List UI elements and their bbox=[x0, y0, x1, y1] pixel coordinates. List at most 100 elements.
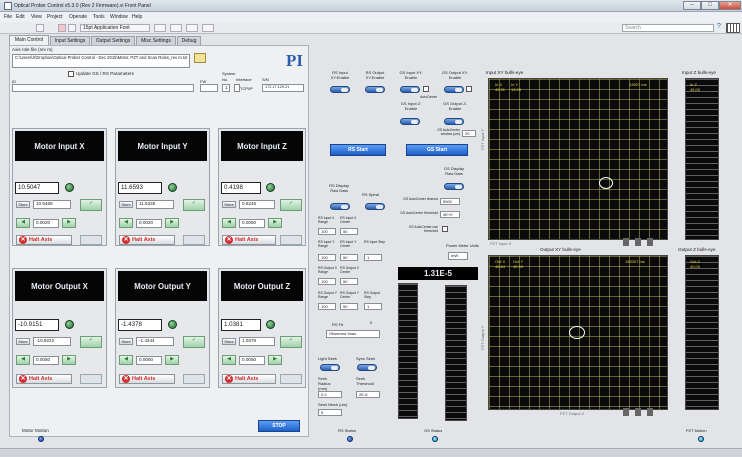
motor-input-x-store-button[interactable]: Store bbox=[16, 201, 30, 208]
maximize-button[interactable]: □ bbox=[701, 1, 719, 10]
motor-output-z-go-button[interactable]: ✓ bbox=[280, 336, 302, 348]
motor-output-x-step[interactable]: 0.0050 bbox=[33, 356, 59, 365]
motor-input-x-halt-button[interactable]: ✕ Halt Axis bbox=[16, 235, 72, 245]
gs-threshold-field[interactable]: 4E+0 bbox=[440, 211, 460, 218]
motor-input-z-target[interactable]: 0.5245 bbox=[239, 200, 275, 209]
rs-param-value[interactable]: 50 bbox=[340, 228, 358, 235]
seek-mesh-field[interactable]: 5 bbox=[318, 409, 342, 416]
motor-output-y-left-button[interactable]: ◀ bbox=[119, 355, 133, 365]
motor-output-y-right-button[interactable]: ▶ bbox=[165, 355, 179, 365]
motor-input-z-step[interactable]: 0.0050 bbox=[239, 219, 265, 228]
motor-output-y-go-button[interactable]: ✓ bbox=[183, 336, 205, 348]
rs-spiral-toggle[interactable] bbox=[365, 203, 385, 210]
motor-input-y-target[interactable]: 11.6336 bbox=[136, 200, 174, 209]
tab-misc-settings[interactable]: Misc Settings bbox=[136, 36, 176, 45]
sn-field[interactable]: 172.17.129.21 bbox=[262, 84, 304, 92]
run-icon[interactable] bbox=[36, 24, 44, 32]
rs-param-value[interactable]: 100 bbox=[318, 254, 336, 261]
menu-tools[interactable]: Tools bbox=[93, 14, 105, 20]
menu-file[interactable]: File bbox=[4, 14, 12, 20]
gs-start-button[interactable]: GS Start bbox=[406, 144, 468, 156]
motor-input-y-step[interactable]: 0.0020 bbox=[136, 219, 162, 228]
distribute-icon[interactable] bbox=[170, 24, 182, 32]
motor-input-x-right-button[interactable]: ▶ bbox=[62, 218, 76, 228]
motor-input-y-go-button[interactable]: ✓ bbox=[183, 199, 205, 211]
motor-input-y-store-button[interactable]: Store bbox=[119, 201, 133, 208]
update-params-checkbox[interactable] bbox=[68, 71, 74, 77]
help-icon[interactable]: ? bbox=[714, 23, 724, 33]
resize-icon[interactable] bbox=[186, 24, 198, 32]
rs-param-value[interactable]: 1 bbox=[364, 303, 382, 310]
power-units-select[interactable]: mW bbox=[448, 252, 468, 260]
pause-icon[interactable] bbox=[68, 24, 76, 32]
motor-input-z-halt-button[interactable]: ✕ Halt Axis bbox=[222, 235, 276, 245]
gs-output-autocenter-checkbox[interactable] bbox=[466, 86, 472, 92]
font-selector[interactable]: 15pt Application Font bbox=[80, 24, 150, 32]
input-plot-tools-icon[interactable] bbox=[623, 238, 667, 246]
abort-icon[interactable] bbox=[58, 24, 66, 32]
interface-value[interactable]: TCP/IP bbox=[240, 86, 253, 91]
motor-output-x-target[interactable]: -10.9222 bbox=[33, 337, 71, 346]
seek-threshold-field[interactable]: 2E-6 bbox=[356, 391, 380, 398]
seek-radius-field[interactable]: 0.2 bbox=[318, 391, 342, 398]
gs-input-autocenter-checkbox[interactable] bbox=[423, 86, 429, 92]
motor-output-y-target[interactable]: -1.4344 bbox=[136, 337, 174, 346]
rs-input-xy-toggle[interactable] bbox=[330, 86, 350, 93]
motor-output-x-store-button[interactable]: Store bbox=[16, 338, 30, 345]
rs-param-value[interactable]: 1 bbox=[364, 254, 382, 261]
motor-output-z-right-button[interactable]: ▶ bbox=[268, 355, 282, 365]
gs-timeout-field[interactable]: 5000 bbox=[440, 198, 460, 205]
tab-input-settings[interactable]: Input Settings bbox=[50, 36, 90, 45]
gs-output-xy-toggle[interactable] bbox=[444, 86, 464, 93]
rs-param-value[interactable]: 50 bbox=[340, 278, 358, 285]
motor-output-z-halt-button[interactable]: ✕ Halt Axis bbox=[222, 374, 276, 384]
motor-output-y-step[interactable]: 0.0050 bbox=[136, 356, 162, 365]
menu-operate[interactable]: Operate bbox=[69, 14, 87, 20]
stop-button[interactable]: STOP bbox=[258, 420, 300, 432]
motor-input-x-go-button[interactable]: ✓ bbox=[80, 199, 102, 211]
motor-output-z-target[interactable]: 1.0379 bbox=[239, 337, 275, 346]
motor-output-y-halt-button[interactable]: ✕ Halt Axis bbox=[119, 374, 175, 384]
motor-output-z-step[interactable]: 0.0050 bbox=[239, 356, 265, 365]
motor-output-z-store-button[interactable]: Store bbox=[222, 338, 236, 345]
motor-input-x-step[interactable]: 0.0020 bbox=[33, 219, 59, 228]
gs-display-toggle[interactable] bbox=[444, 183, 464, 190]
rs-display-toggle[interactable] bbox=[330, 203, 350, 210]
folder-icon[interactable] bbox=[194, 53, 206, 63]
rs-param-value[interactable]: 50 bbox=[340, 254, 358, 261]
motor-input-z-store-button[interactable]: Store bbox=[222, 201, 236, 208]
axis-role-path[interactable]: C:\Users\X\Dropbox\Optical Prober Contro… bbox=[12, 54, 190, 68]
rs-start-button[interactable]: RS Start bbox=[330, 144, 386, 156]
align-icon[interactable] bbox=[154, 24, 166, 32]
motor-input-z-left-button[interactable]: ◀ bbox=[222, 218, 236, 228]
output-plot-tools-icon[interactable] bbox=[623, 408, 667, 416]
menu-edit[interactable]: Edit bbox=[16, 14, 25, 20]
motor-input-y-right-button[interactable]: ▶ bbox=[165, 218, 179, 228]
rs-param-value[interactable]: 50 bbox=[340, 303, 358, 310]
reorder-icon[interactable] bbox=[202, 24, 214, 32]
motor-input-z-right-button[interactable]: ▶ bbox=[268, 218, 282, 228]
close-button[interactable]: ✕ bbox=[719, 1, 741, 10]
motor-input-y-halt-button[interactable]: ✕ Halt Axis bbox=[119, 235, 175, 245]
rs-param-value[interactable]: 100 bbox=[318, 228, 336, 235]
light-seek-toggle[interactable] bbox=[320, 364, 340, 371]
motor-output-y-store-button[interactable]: Store bbox=[119, 338, 133, 345]
tab-debug[interactable]: Debug bbox=[177, 36, 201, 45]
gs-ac-window-field[interactable]: 20 bbox=[462, 130, 476, 137]
menu-help[interactable]: Help bbox=[132, 14, 142, 20]
motor-input-y-left-button[interactable]: ◀ bbox=[119, 218, 133, 228]
motor-output-x-left-button[interactable]: ◀ bbox=[16, 355, 30, 365]
rs-fit-select[interactable]: Observed Imax bbox=[326, 330, 380, 338]
motor-output-x-right-button[interactable]: ▶ bbox=[62, 355, 76, 365]
tab-main-control[interactable]: Main Control bbox=[9, 35, 49, 45]
rs-output-xy-toggle[interactable] bbox=[365, 86, 385, 93]
sync-seek-toggle[interactable] bbox=[357, 364, 377, 371]
tab-output-settings[interactable]: Output Settings bbox=[91, 36, 135, 45]
motor-input-x-left-button[interactable]: ◀ bbox=[16, 218, 30, 228]
menu-window[interactable]: Window bbox=[110, 14, 128, 20]
menu-view[interactable]: View bbox=[31, 14, 42, 20]
minimize-button[interactable]: – bbox=[683, 1, 701, 10]
interface-spin-icon[interactable] bbox=[234, 84, 240, 92]
motor-output-x-go-button[interactable]: ✓ bbox=[80, 336, 102, 348]
motor-output-x-halt-button[interactable]: ✕ Halt Axis bbox=[16, 374, 72, 384]
